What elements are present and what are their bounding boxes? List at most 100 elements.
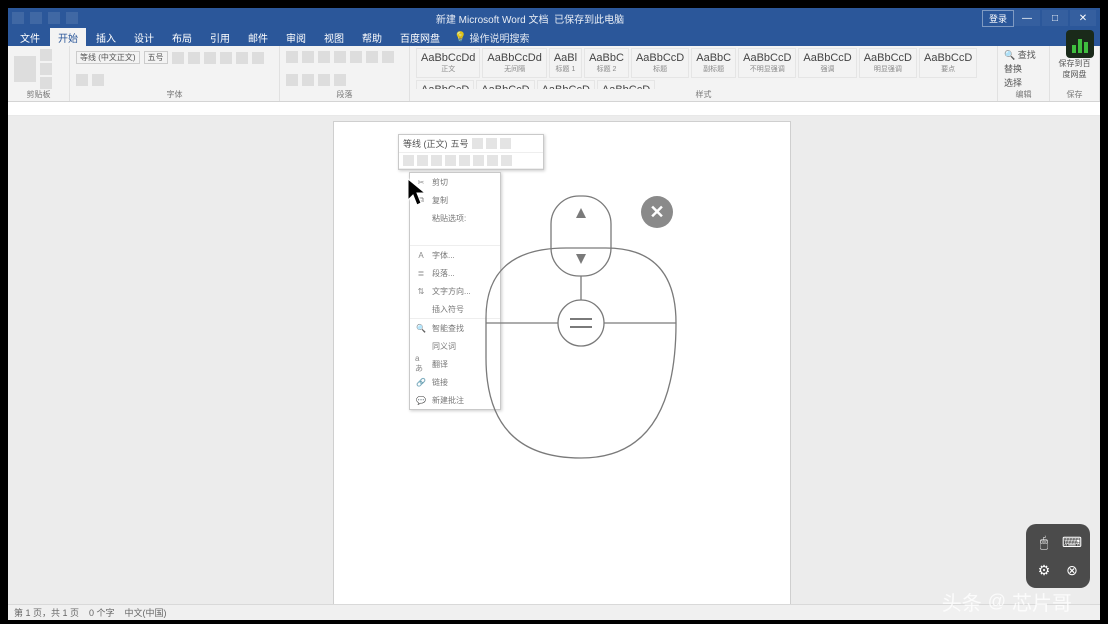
style-item-6[interactable]: AaBbCcD不明显强调 xyxy=(738,48,796,78)
tab-layout[interactable]: 布局 xyxy=(164,28,200,47)
status-word-count[interactable]: 0 个字 xyxy=(89,606,115,619)
status-page[interactable]: 第 1 页，共 1 页 xyxy=(14,606,79,619)
watermark: 头条@芯片哥 xyxy=(942,587,1072,616)
tab-help[interactable]: 帮助 xyxy=(354,28,390,47)
style-item-4[interactable]: AaBbCcD标题 xyxy=(631,48,689,78)
style-item-8[interactable]: AaBbCcD明显强调 xyxy=(859,48,917,78)
align-right-icon[interactable] xyxy=(286,74,298,86)
paste-icon[interactable] xyxy=(14,56,36,82)
style-item-10[interactable]: AaBbCcD引用 xyxy=(416,80,474,89)
style-item-3[interactable]: AaBbC标题 2 xyxy=(584,48,629,78)
numbering-icon[interactable] xyxy=(302,51,314,63)
style-item-1[interactable]: AaBbCcDd无间隔 xyxy=(482,48,546,78)
borders-icon[interactable] xyxy=(334,74,346,86)
style-item-13[interactable]: AaBbCcD明显参考 xyxy=(597,80,655,89)
mini-font-size[interactable]: 五号 xyxy=(451,137,469,150)
autosave-toggle[interactable] xyxy=(12,12,24,24)
shrink-font-icon[interactable] xyxy=(188,52,200,64)
keyboard-button[interactable]: ⌨ xyxy=(1060,530,1084,554)
maximize-button[interactable]: □ xyxy=(1042,10,1068,26)
highlight-icon[interactable] xyxy=(76,74,88,86)
mini-font-family[interactable]: 等线 (正文) xyxy=(403,137,448,150)
tell-me-search[interactable]: 💡 操作说明搜索 xyxy=(454,30,529,45)
mini-italic-icon[interactable] xyxy=(417,155,428,166)
ribbon-group-paragraph: 段落 xyxy=(280,46,410,101)
style-item-12[interactable]: AaBbCcD不明显参考 xyxy=(537,80,595,89)
decrease-indent-icon[interactable] xyxy=(334,51,346,63)
style-item-5[interactable]: AaBbC副标题 xyxy=(691,48,736,78)
save-icon[interactable] xyxy=(30,12,42,24)
status-bar: 第 1 页，共 1 页 0 个字 中文(中国) xyxy=(8,604,1100,620)
cut-icon[interactable] xyxy=(40,49,52,61)
remote-control-panel: 🖱 ⌨ ⚙ ⊗ xyxy=(1026,524,1090,588)
tab-insert[interactable]: 插入 xyxy=(88,28,124,47)
style-item-9[interactable]: AaBbCcD要点 xyxy=(919,48,977,78)
mini-styles-icon[interactable] xyxy=(501,155,512,166)
word-window: 新建 Microsoft Word 文档 已保存到此电脑 登录 — □ ✕ 文件… xyxy=(8,8,1100,620)
document-area: 等线 (正文) 五号 ✂剪切⧉复制粘贴选项:A字体...≣段落...⇅文字方向.… xyxy=(8,116,1100,604)
multilevel-icon[interactable] xyxy=(318,51,330,63)
style-item-0[interactable]: AaBbCcDd正文 xyxy=(416,48,480,78)
style-item-2[interactable]: AaBl标题 1 xyxy=(549,48,582,78)
ribbon-group-font: 等线 (中文正文) 五号 字体 xyxy=(70,46,280,101)
overlay-close-button[interactable]: ✕ xyxy=(641,196,673,228)
ribbon-tabs: 文件 开始 插入 设计 布局 引用 邮件 审阅 视图 帮助 百度网盘 💡 操作说… xyxy=(8,28,1100,46)
font-color-icon[interactable] xyxy=(92,74,104,86)
style-item-11[interactable]: AaBbCcD明显引用 xyxy=(476,80,534,89)
bullets-icon[interactable] xyxy=(286,51,298,63)
mini-underline-icon[interactable] xyxy=(431,155,442,166)
align-left-icon[interactable] xyxy=(366,51,378,63)
mini-grow-font-icon[interactable] xyxy=(472,138,483,149)
tab-view[interactable]: 视图 xyxy=(316,28,352,47)
tab-design[interactable]: 设计 xyxy=(126,28,162,47)
find-button[interactable]: 🔍 查找 xyxy=(1004,48,1036,61)
font-family-select[interactable]: 等线 (中文正文) xyxy=(76,51,140,64)
increase-indent-icon[interactable] xyxy=(350,51,362,63)
select-button[interactable]: 选择 xyxy=(1004,76,1022,89)
tab-home[interactable]: 开始 xyxy=(50,28,86,47)
tab-file[interactable]: 文件 xyxy=(12,28,48,47)
tab-review[interactable]: 审阅 xyxy=(278,28,314,47)
shading-icon[interactable] xyxy=(318,74,330,86)
grow-font-icon[interactable] xyxy=(172,52,184,64)
disconnect-button[interactable]: ⊗ xyxy=(1060,558,1084,582)
document-title: 新建 Microsoft Word 文档 已保存到此电脑 xyxy=(78,11,982,26)
account-label[interactable]: 登录 xyxy=(982,10,1014,27)
italic-icon[interactable] xyxy=(220,52,232,64)
bold-icon[interactable] xyxy=(204,52,216,64)
mini-format-painter-icon[interactable] xyxy=(500,138,511,149)
format-painter-icon[interactable] xyxy=(40,77,52,89)
tab-mailings[interactable]: 邮件 xyxy=(240,28,276,47)
mouse-mode-button[interactable]: 🖱 xyxy=(1032,530,1056,554)
mini-bullets-icon[interactable] xyxy=(473,155,484,166)
strikethrough-icon[interactable] xyxy=(252,52,264,64)
window-controls: — □ ✕ xyxy=(1014,10,1096,26)
ribbon-group-editing: 🔍 查找 替换 选择 编辑 xyxy=(998,46,1050,101)
ribbon-group-clipboard: 剪贴板 xyxy=(8,46,70,101)
mouse-overlay-illustration xyxy=(456,188,706,468)
mini-toolbar: 等线 (正文) 五号 xyxy=(398,134,544,170)
line-spacing-icon[interactable] xyxy=(302,74,314,86)
style-item-7[interactable]: AaBbCcD强调 xyxy=(798,48,856,78)
align-center-icon[interactable] xyxy=(382,51,394,63)
tab-references[interactable]: 引用 xyxy=(202,28,238,47)
tab-baidu-disk[interactable]: 百度网盘 xyxy=(392,28,448,47)
font-size-select[interactable]: 五号 xyxy=(144,51,168,64)
mini-numbering-icon[interactable] xyxy=(487,155,498,166)
status-language[interactable]: 中文(中国) xyxy=(125,606,167,619)
chart-overlay-icon[interactable] xyxy=(1066,30,1094,58)
ribbon: 剪贴板 等线 (中文正文) 五号 字体 xyxy=(8,46,1100,102)
minimize-button[interactable]: — xyxy=(1014,10,1040,26)
redo-icon[interactable] xyxy=(66,12,78,24)
underline-icon[interactable] xyxy=(236,52,248,64)
copy-icon[interactable] xyxy=(40,63,52,75)
undo-icon[interactable] xyxy=(48,12,60,24)
mini-font-color-icon[interactable] xyxy=(459,155,470,166)
mini-highlight-icon[interactable] xyxy=(445,155,456,166)
mini-bold-icon[interactable] xyxy=(403,155,414,166)
mini-shrink-font-icon[interactable] xyxy=(486,138,497,149)
ruler[interactable] xyxy=(8,102,1100,116)
close-button[interactable]: ✕ xyxy=(1070,10,1096,26)
replace-button[interactable]: 替换 xyxy=(1004,62,1022,75)
settings-button[interactable]: ⚙ xyxy=(1032,558,1056,582)
